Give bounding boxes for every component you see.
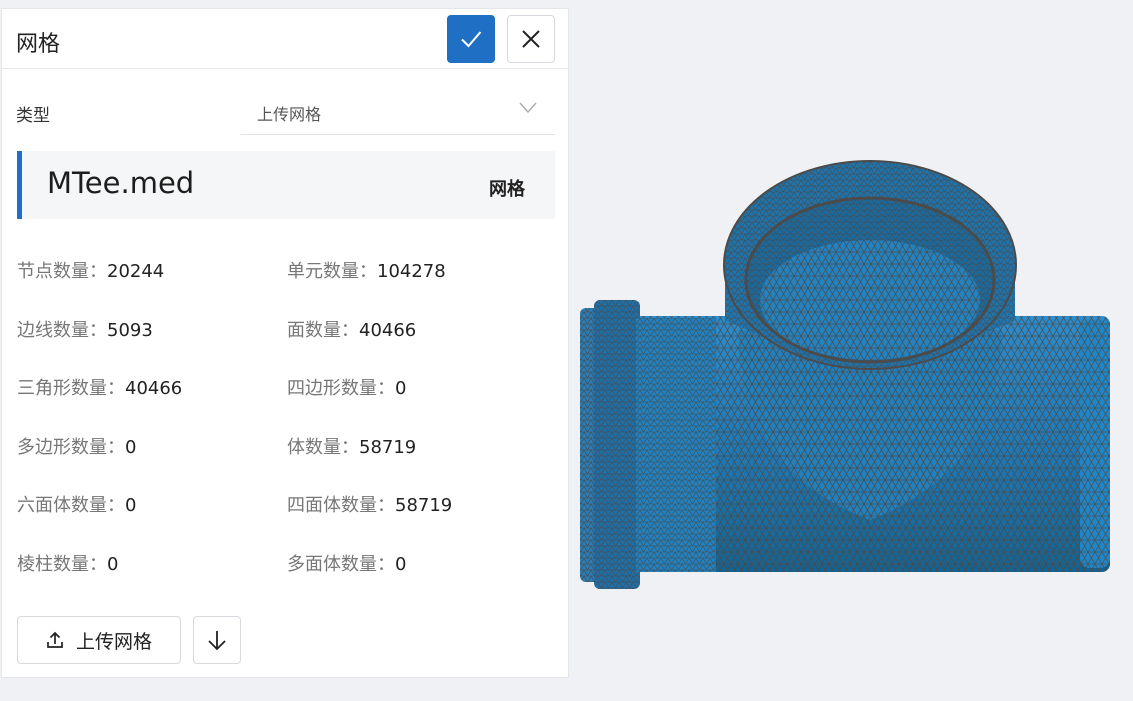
- panel-title: 网格: [16, 32, 61, 57]
- upload-mesh-label: 上传网格: [75, 631, 152, 653]
- stat-prism-count: 棱柱数量：0: [17, 554, 119, 575]
- download-icon: [208, 631, 226, 651]
- type-row: 类型 上传网格: [2, 89, 570, 135]
- stat-volume-count: 体数量：58719: [287, 437, 417, 458]
- type-select[interactable]: 上传网格: [241, 89, 555, 135]
- close-button[interactable]: [507, 15, 555, 63]
- stat-tetrahedron-count: 四面体数量：58719: [287, 495, 453, 516]
- stat-polygon-count: 多边形数量：0: [17, 437, 137, 458]
- stat-edge-count: 边线数量：5093: [17, 320, 153, 341]
- stat-triangle-count: 三角形数量：40466: [17, 378, 183, 399]
- file-name: MTee.med: [47, 166, 195, 200]
- stat-quad-count: 四边形数量：0: [287, 378, 407, 399]
- download-button[interactable]: [193, 616, 241, 664]
- chevron-down-icon: [519, 102, 537, 114]
- close-icon: [522, 30, 540, 48]
- mesh-panel: 网格 类型 上传网格 MTee.med 网格 节点数量：20244 单元数量：1…: [1, 8, 569, 678]
- type-select-value: 上传网格: [257, 105, 322, 124]
- stat-node-count: 节点数量：20244: [17, 261, 165, 282]
- 3d-viewport[interactable]: [570, 0, 1133, 701]
- mesh-model: [580, 160, 1110, 589]
- file-type: 网格: [489, 179, 525, 200]
- stat-polyhedron-count: 多面体数量：0: [287, 554, 407, 575]
- stat-face-count: 面数量：40466: [287, 320, 417, 341]
- upload-icon: [47, 631, 63, 648]
- type-label: 类型: [16, 106, 50, 126]
- upload-mesh-button[interactable]: 上传网格: [17, 616, 181, 664]
- panel-header: 网格: [2, 9, 568, 69]
- check-icon: [461, 31, 482, 48]
- file-card: MTee.med 网格: [17, 151, 555, 219]
- confirm-button[interactable]: [447, 15, 495, 63]
- stat-hexahedron-count: 六面体数量：0: [17, 495, 137, 516]
- stat-cell-count: 单元数量：104278: [287, 261, 446, 282]
